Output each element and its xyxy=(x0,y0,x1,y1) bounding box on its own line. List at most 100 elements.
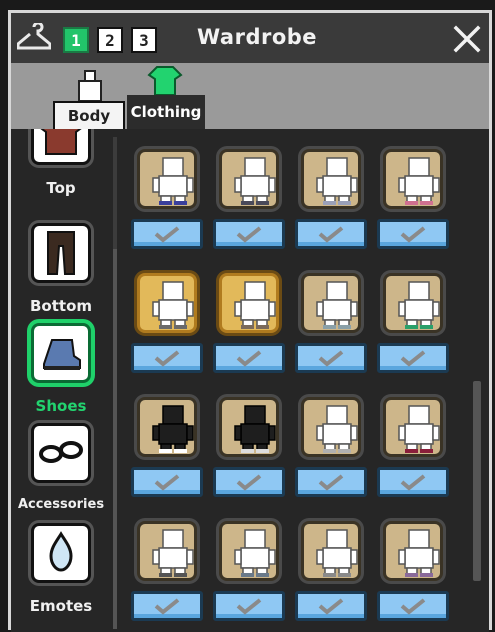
item-slot[interactable] xyxy=(137,273,197,333)
category-top[interactable]: Top xyxy=(11,129,111,215)
category-top-icon-frame xyxy=(31,129,91,165)
shirt-icon xyxy=(147,66,183,96)
item-slot[interactable] xyxy=(301,149,361,209)
checkmark-icon xyxy=(318,226,344,243)
avatar-preview-icon xyxy=(152,281,194,329)
preset-3-button[interactable]: 3 xyxy=(131,27,157,53)
wardrobe-content: Top Bottom Shoes Accessories Emotes xyxy=(11,129,489,632)
tab-body[interactable]: Body xyxy=(53,101,125,129)
item-slot[interactable] xyxy=(137,521,197,581)
item-slot[interactable] xyxy=(219,397,279,457)
checkmark-icon xyxy=(318,350,344,367)
preset-2-button[interactable]: 2 xyxy=(97,27,123,53)
avatar-preview-icon xyxy=(398,405,440,453)
avatar-preview-icon xyxy=(234,281,276,329)
avatar-preview-icon xyxy=(234,157,276,205)
item-slot[interactable] xyxy=(219,273,279,333)
shirt-icon xyxy=(40,129,82,155)
category-label-shoes: Shoes xyxy=(35,397,87,415)
checkmark-icon xyxy=(236,226,262,243)
equip-button[interactable] xyxy=(377,467,449,497)
equip-button[interactable] xyxy=(295,467,367,497)
category-accessories[interactable]: Accessories xyxy=(11,423,111,533)
checkmark-icon xyxy=(400,474,426,491)
checkmark-icon xyxy=(236,350,262,367)
equip-button[interactable] xyxy=(131,219,203,249)
category-label-bottom: Bottom xyxy=(29,297,92,315)
avatar-preview-icon xyxy=(152,529,194,577)
equip-button[interactable] xyxy=(131,343,203,373)
item-slot[interactable] xyxy=(219,149,279,209)
checkmark-icon xyxy=(400,598,426,615)
category-bottom-icon-frame xyxy=(31,223,91,283)
glasses-icon xyxy=(39,441,83,463)
item-slot[interactable] xyxy=(137,149,197,209)
equip-button[interactable] xyxy=(213,219,285,249)
equip-button[interactable] xyxy=(377,343,449,373)
category-list: Top Bottom Shoes Accessories Emotes xyxy=(11,129,121,632)
category-label-accessories: Accessories xyxy=(17,497,105,512)
avatar-preview-icon xyxy=(316,157,358,205)
checkmark-icon xyxy=(318,598,344,615)
checkmark-icon xyxy=(154,350,180,367)
checkmark-icon xyxy=(154,226,180,243)
avatar-preview-icon xyxy=(152,157,194,205)
checkmark-icon xyxy=(236,598,262,615)
avatar-preview-icon xyxy=(316,281,358,329)
category-shoes[interactable]: Shoes xyxy=(11,323,111,433)
checkmark-icon xyxy=(154,474,180,491)
window-title: Wardrobe xyxy=(197,25,318,49)
equip-button[interactable] xyxy=(131,591,203,621)
category-label-emotes: Emotes xyxy=(29,597,93,615)
checkmark-icon xyxy=(154,598,180,615)
emote-icon xyxy=(49,531,73,572)
hanger-icon xyxy=(17,23,51,50)
tab-bar: Body Clothing xyxy=(11,63,489,129)
item-slot[interactable] xyxy=(383,397,443,457)
category-scrollbar-thumb[interactable] xyxy=(113,249,117,629)
avatar-preview-icon xyxy=(398,281,440,329)
tab-clothing[interactable]: Clothing xyxy=(127,95,205,129)
title-bar: 1 2 3 Wardrobe xyxy=(11,13,489,63)
category-emotes[interactable]: Emotes xyxy=(11,523,111,632)
equip-button[interactable] xyxy=(295,219,367,249)
avatar-preview-icon xyxy=(316,405,358,453)
category-accessories-icon-frame xyxy=(31,423,91,483)
equip-button[interactable] xyxy=(295,343,367,373)
item-slot[interactable] xyxy=(383,149,443,209)
item-slot[interactable] xyxy=(301,273,361,333)
avatar-preview-icon xyxy=(234,405,276,453)
shoe-icon xyxy=(43,339,81,370)
item-slot[interactable] xyxy=(219,521,279,581)
checkmark-icon xyxy=(236,474,262,491)
wardrobe-window: 1 2 3 Wardrobe Body Clothing Top Bottom … xyxy=(8,10,492,632)
avatar-preview-icon xyxy=(398,529,440,577)
equip-button[interactable] xyxy=(377,591,449,621)
checkmark-icon xyxy=(400,350,426,367)
category-label-top: Top xyxy=(46,179,76,197)
preset-1-button[interactable]: 1 xyxy=(63,27,89,53)
equip-button[interactable] xyxy=(213,591,285,621)
item-slot[interactable] xyxy=(383,273,443,333)
equip-button[interactable] xyxy=(131,467,203,497)
pants-icon xyxy=(47,231,75,275)
item-slot[interactable] xyxy=(301,521,361,581)
category-bottom[interactable]: Bottom xyxy=(11,223,111,333)
equip-button[interactable] xyxy=(213,343,285,373)
item-slot[interactable] xyxy=(383,521,443,581)
equip-button[interactable] xyxy=(377,219,449,249)
category-shoes-icon-frame xyxy=(31,323,91,383)
avatar-preview-icon xyxy=(234,529,276,577)
item-slot[interactable] xyxy=(137,397,197,457)
checkmark-icon xyxy=(400,226,426,243)
avatar-preview-icon xyxy=(316,529,358,577)
shoe-item-grid xyxy=(131,129,476,632)
equip-button[interactable] xyxy=(295,591,367,621)
item-scrollbar-thumb[interactable] xyxy=(473,381,481,581)
close-icon[interactable] xyxy=(451,23,483,55)
item-slot[interactable] xyxy=(301,397,361,457)
body-icon xyxy=(78,70,102,102)
category-emotes-icon-frame xyxy=(31,523,91,583)
equip-button[interactable] xyxy=(213,467,285,497)
checkmark-icon xyxy=(318,474,344,491)
